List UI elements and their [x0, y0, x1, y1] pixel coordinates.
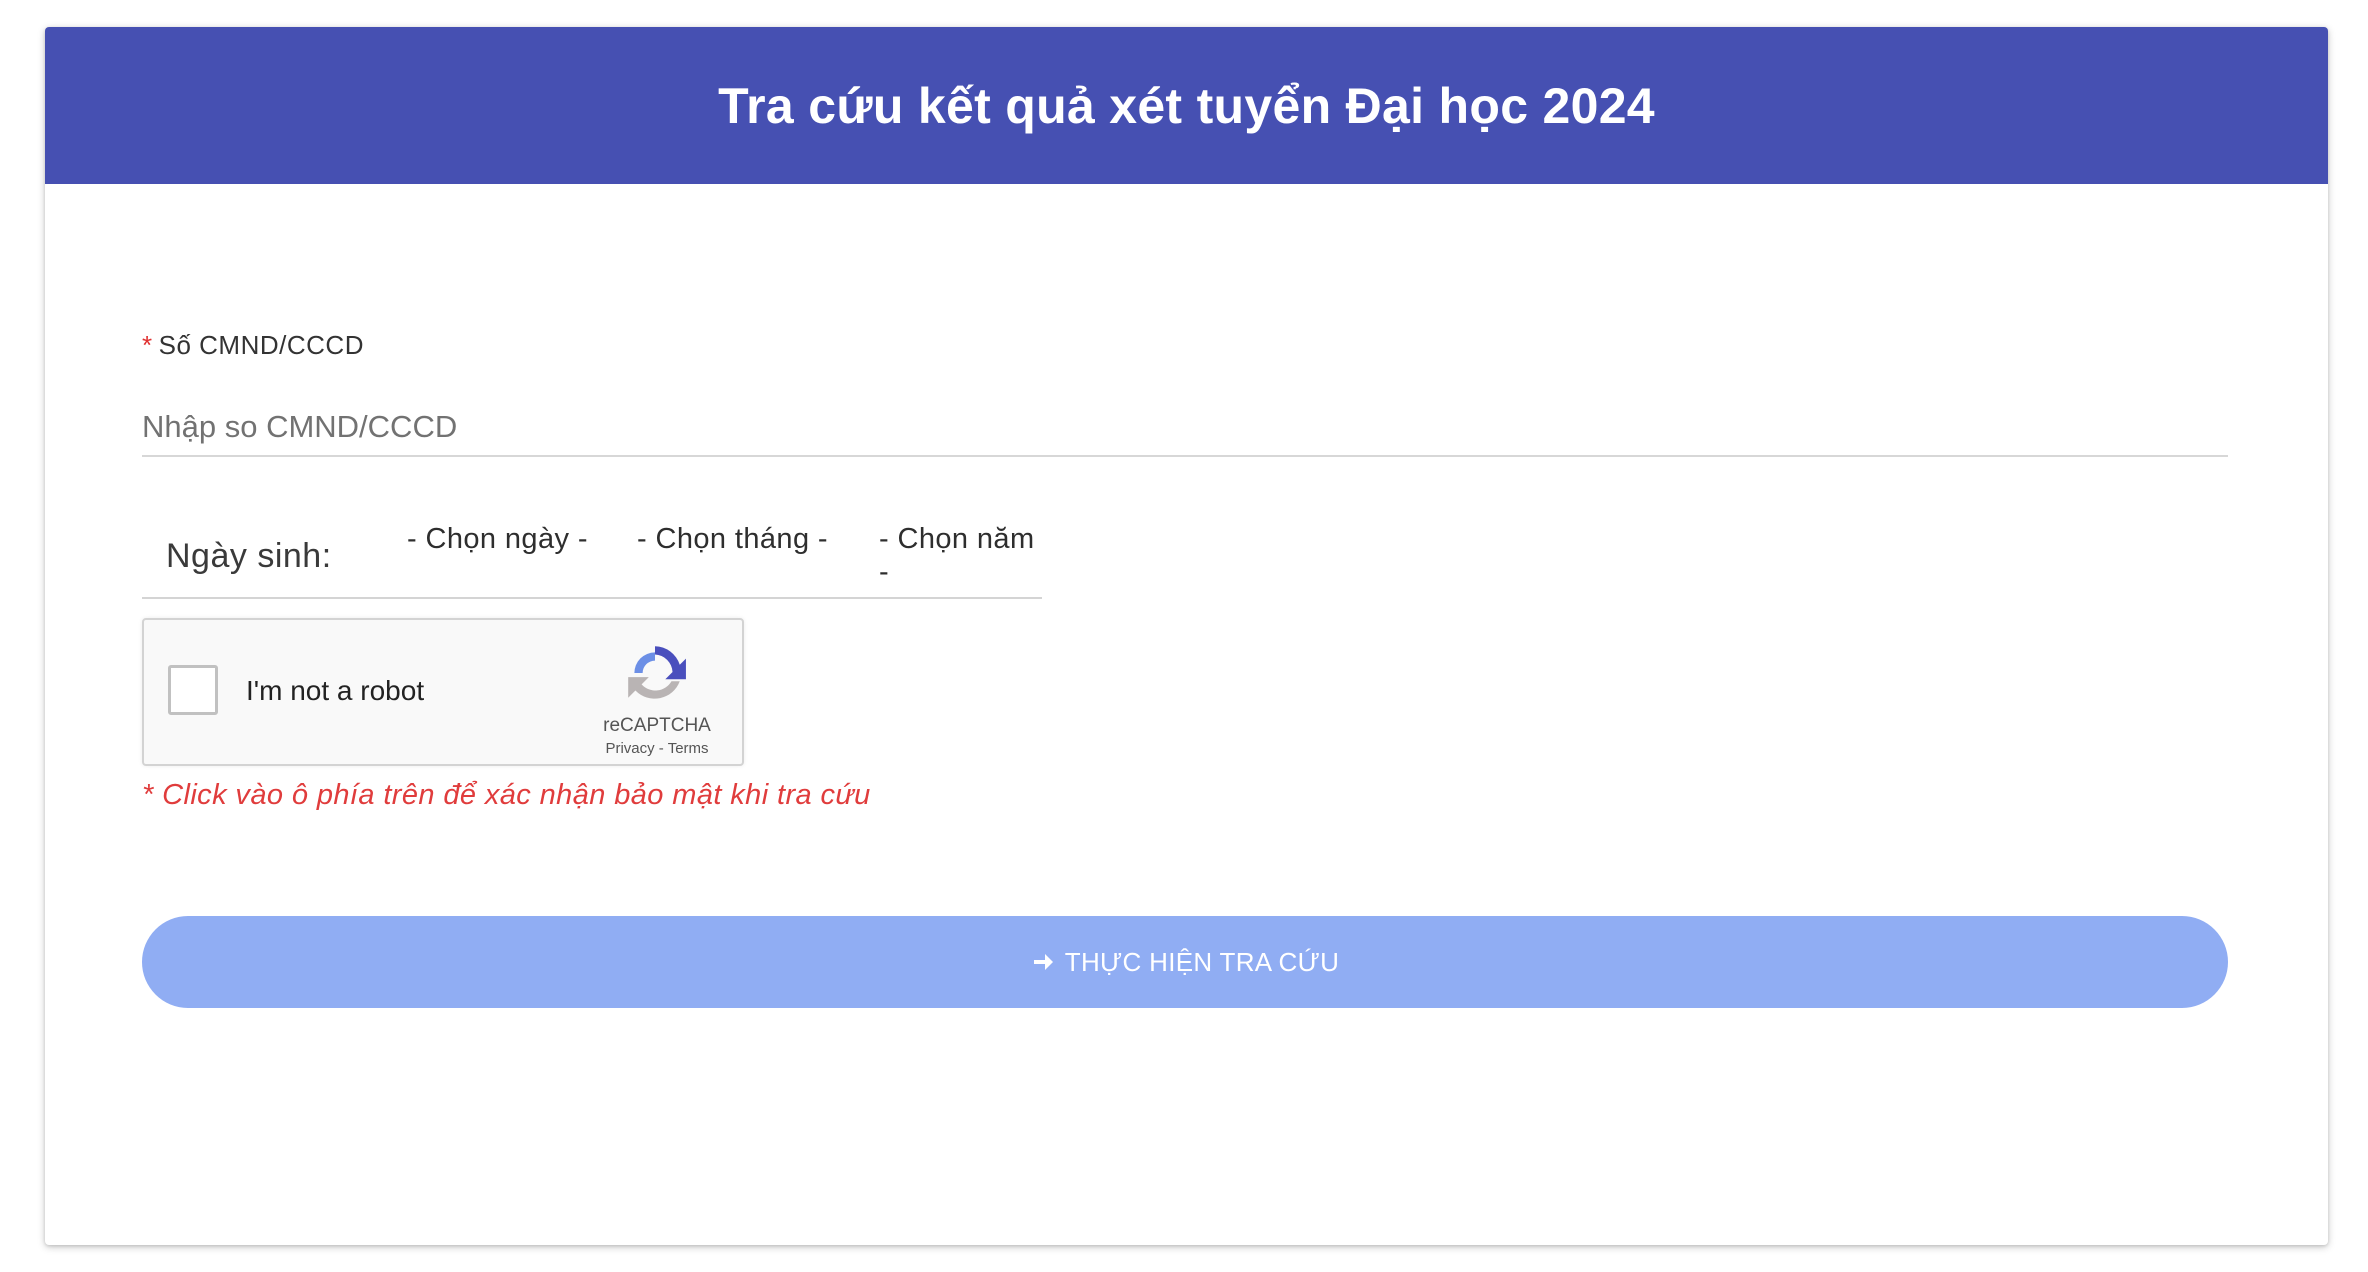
page-header: Tra cứu kết quả xét tuyển Đại học 2024 [45, 27, 2328, 184]
recaptcha-logo-icon [628, 646, 686, 699]
arrow-right-icon [1033, 954, 1053, 970]
id-field-label-text: Số CMND/CCCD [158, 330, 364, 360]
month-select[interactable]: - Chọn tháng - [637, 523, 828, 556]
date-of-birth-row: Ngày sinh: - Chọn ngày - - Chọn tháng - … [142, 497, 1042, 599]
recaptcha-privacy-link[interactable]: Privacy [605, 740, 654, 757]
submit-button-label: THỰC HIỆN TRA CỨU [1064, 946, 1340, 977]
recaptcha-brand: reCAPTCHA [603, 715, 711, 736]
year-select[interactable]: - Chọn năm - [879, 523, 1042, 589]
recaptcha-links: Privacy - Terms [544, 740, 770, 757]
day-select[interactable]: - Chọn ngày - [407, 523, 588, 556]
captcha-note: * Click vào ô phía trên để xác nhận bảo … [142, 779, 871, 811]
required-mark: * [142, 330, 153, 360]
id-field-label: * Số CMND/CCCD [142, 330, 364, 361]
recaptcha-widget: I'm not a robot reCAPTCHA Privacy - Term… [142, 618, 744, 766]
recaptcha-checkbox-label: I'm not a robot [246, 675, 425, 706]
dob-label: Ngày sinh: [166, 537, 332, 575]
recaptcha-terms-link[interactable]: Terms [668, 740, 709, 757]
recaptcha-checkbox[interactable] [168, 665, 218, 715]
lookup-card: Tra cứu kết quả xét tuyển Đại học 2024 *… [45, 27, 2328, 1245]
page-title: Tra cứu kết quả xét tuyển Đại học 2024 [718, 77, 1655, 134]
submit-lookup-button[interactable]: THỰC HIỆN TRA CỨU [142, 916, 2228, 1008]
recaptcha-links-separator: - [658, 740, 664, 757]
id-number-input[interactable] [142, 399, 2228, 457]
